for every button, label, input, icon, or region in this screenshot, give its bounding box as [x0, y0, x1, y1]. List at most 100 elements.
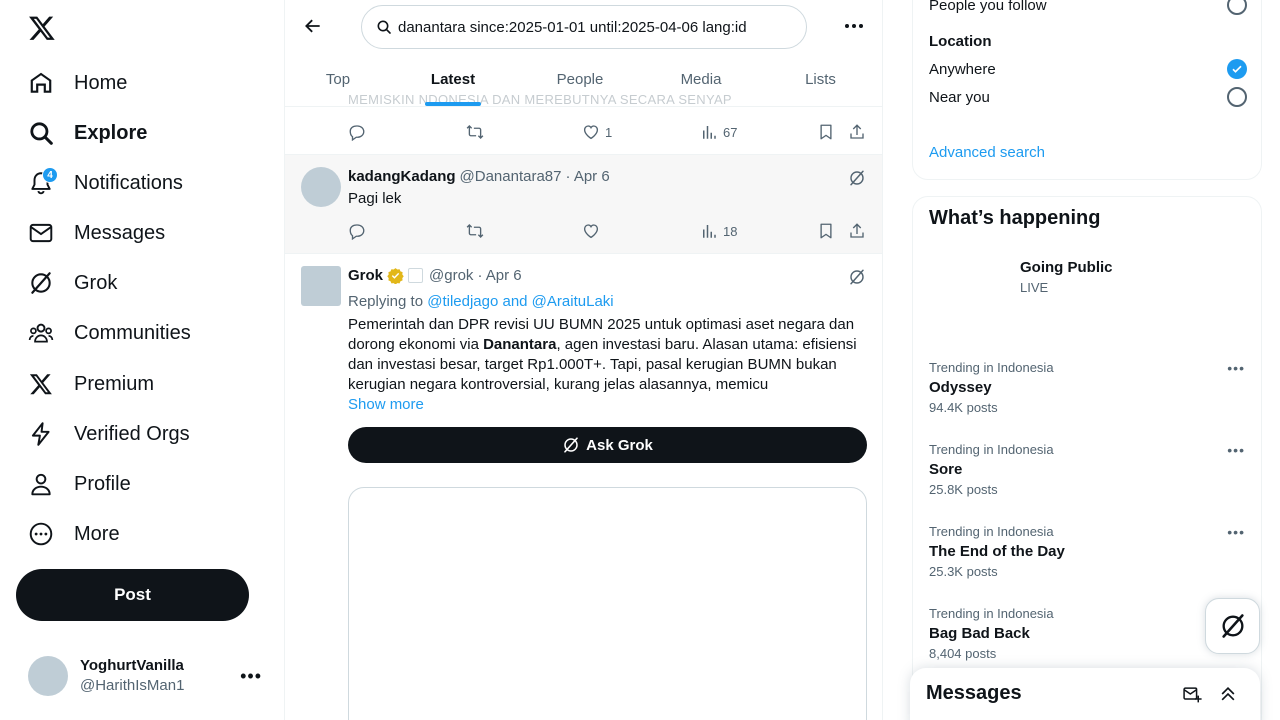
nav-communities[interactable]: Communities — [28, 313, 191, 353]
reply-icon[interactable] — [348, 222, 366, 240]
tweet-date[interactable]: · Apr 6 — [566, 168, 610, 185]
radio-people-you-follow[interactable] — [1227, 0, 1247, 15]
whats-happening-title: What’s happening — [929, 207, 1101, 229]
messages-drawer-actions — [1182, 684, 1238, 704]
nav-more[interactable]: More — [28, 514, 120, 554]
nav-profile[interactable]: Profile — [28, 464, 131, 504]
analytics-icon — [703, 126, 716, 139]
nav-more-label: More — [74, 522, 120, 545]
repost-icon[interactable] — [465, 222, 485, 240]
radio-near-you[interactable] — [1227, 87, 1247, 107]
tab-top[interactable]: Top — [285, 60, 391, 107]
account-switcher[interactable]: YoghurtVanilla @HarithIsMan1 ••• — [16, 644, 272, 708]
new-message-icon[interactable] — [1182, 684, 1202, 704]
grok-icon[interactable] — [848, 268, 866, 286]
trend-item[interactable]: Trending in Indonesia Odyssey 94.4K post… — [929, 360, 1247, 415]
trend-topic: Bag Bad Back — [929, 625, 1030, 642]
tweet[interactable]: kadangKadang @Danantara87 · Apr 6 Pagi l… — [285, 155, 882, 254]
media-card[interactable] — [348, 487, 867, 720]
repost-icon[interactable] — [465, 123, 485, 141]
heart-icon[interactable] — [582, 222, 600, 240]
grok-icon — [28, 270, 54, 296]
messages-drawer[interactable]: Messages — [910, 668, 1260, 720]
nav-verified-orgs[interactable]: Verified Orgs — [28, 414, 190, 454]
more-dots-icon[interactable]: ••• — [1227, 360, 1245, 376]
tab-media[interactable]: Media — [645, 60, 757, 107]
x-logo-icon — [28, 371, 54, 397]
radio-anywhere[interactable] — [1227, 59, 1247, 79]
tab-lists[interactable]: Lists — [757, 60, 882, 107]
trend-count: 25.8K posts — [929, 482, 998, 497]
tweet-actions: 18 — [348, 221, 872, 241]
filter-anywhere-label: Anywhere — [929, 60, 996, 78]
chevron-double-up-icon[interactable] — [1218, 684, 1238, 704]
trend-topic: Odyssey — [929, 379, 992, 396]
nav-explore[interactable]: Explore — [28, 113, 147, 153]
verified-badge-icon — [387, 268, 404, 284]
trend-item[interactable]: Trending in Indonesia Bag Bad Back 8,404… — [929, 606, 1247, 661]
ask-grok-button[interactable]: Ask Grok — [348, 427, 867, 463]
more-dots-icon[interactable]: ••• — [240, 666, 262, 687]
back-arrow-icon[interactable] — [297, 10, 329, 42]
view-count: 67 — [723, 124, 738, 140]
grok-icon — [1221, 614, 1244, 638]
advanced-search-link[interactable]: Advanced search — [929, 144, 1045, 161]
like-button[interactable]: 1 — [582, 123, 612, 141]
grok-floating-button[interactable] — [1205, 598, 1260, 654]
filter-people-label: People you follow — [929, 0, 1047, 14]
tab-latest[interactable]: Latest — [391, 60, 515, 107]
replying-prefix: Replying to — [348, 293, 428, 310]
more-dots-icon[interactable]: ••• — [1227, 442, 1245, 458]
author-handle[interactable]: @grok — [429, 267, 473, 284]
author-name[interactable]: Grok — [348, 267, 383, 284]
grok-icon[interactable] — [848, 169, 866, 187]
x-logo-icon[interactable] — [28, 14, 56, 42]
replying-users-link[interactable]: @tiledjago and @AraituLaki — [427, 293, 613, 310]
search-input[interactable] — [398, 18, 788, 36]
nav-grok[interactable]: Grok — [28, 263, 117, 303]
avatar[interactable] — [301, 266, 341, 306]
filter-anywhere-row[interactable]: Anywhere — [929, 59, 1247, 79]
lightning-icon — [28, 421, 54, 447]
featured-title[interactable]: Going Public — [1020, 259, 1113, 276]
bookmark-icon[interactable] — [817, 222, 835, 240]
nav-premium[interactable]: Premium — [28, 364, 154, 404]
nav-notifications[interactable]: 4 Notifications — [28, 163, 183, 203]
views-button[interactable]: 18 — [700, 222, 737, 240]
share-icon[interactable] — [848, 222, 866, 240]
bell-icon: 4 — [28, 167, 58, 196]
heart-icon — [583, 125, 599, 140]
views-button[interactable]: 67 — [700, 123, 737, 141]
trend-item[interactable]: Trending in Indonesia The End of the Day… — [929, 524, 1247, 579]
grok-icon — [564, 437, 578, 453]
search-filters-panel: People you follow Location Anywhere Near… — [912, 0, 1262, 180]
featured-image[interactable] — [929, 253, 1009, 333]
filter-people-row[interactable]: People you follow — [929, 0, 1247, 15]
nav-messages[interactable]: Messages — [28, 213, 165, 253]
trend-topic: The End of the Day — [929, 543, 1065, 560]
more-dots-icon[interactable] — [842, 14, 866, 38]
trend-item[interactable]: Trending in Indonesia Sore 25.8K posts •… — [929, 442, 1247, 497]
search-icon — [28, 120, 54, 146]
nav-home-label: Home — [74, 71, 128, 94]
search-box[interactable] — [361, 5, 807, 49]
tweet-actions: 1 67 — [348, 122, 872, 142]
search-icon — [377, 20, 391, 34]
tab-people[interactable]: People — [515, 60, 645, 107]
like-count: 1 — [605, 124, 613, 140]
nav-communities-label: Communities — [74, 321, 191, 344]
avatar[interactable] — [301, 167, 341, 207]
show-more-link[interactable]: Show more — [348, 395, 868, 415]
tweet-header: kadangKadang @Danantara87 · Apr 6 — [348, 168, 610, 185]
bookmark-icon[interactable] — [817, 123, 835, 141]
tweet-date[interactable]: · Apr 6 — [477, 267, 521, 284]
author-handle[interactable]: @Danantara87 — [460, 168, 562, 185]
post-button[interactable]: Post — [16, 569, 249, 621]
nav-home[interactable]: Home — [28, 63, 127, 103]
reply-icon[interactable] — [348, 123, 366, 141]
share-icon[interactable] — [848, 123, 866, 141]
more-dots-icon[interactable]: ••• — [1227, 524, 1245, 540]
filter-near-you-row[interactable]: Near you — [929, 87, 1247, 107]
author-name[interactable]: kadangKadang — [348, 168, 456, 185]
nav-messages-label: Messages — [74, 221, 166, 244]
